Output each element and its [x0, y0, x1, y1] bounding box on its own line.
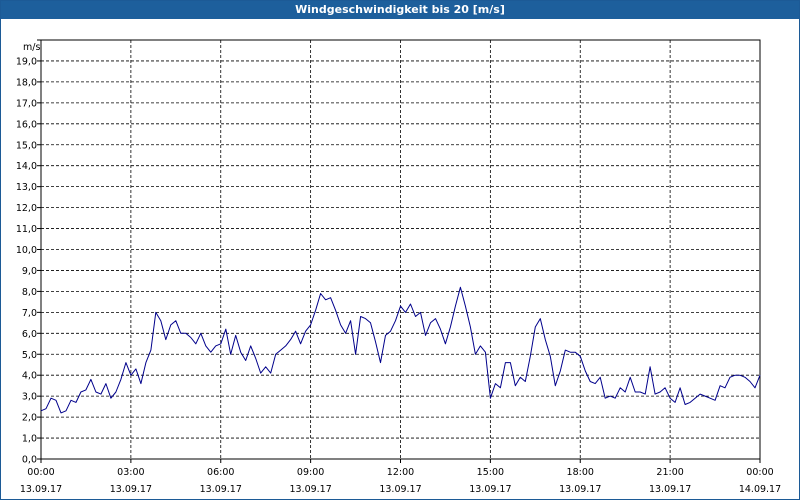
x-tick-time-label: 18:00: [567, 467, 594, 478]
y-tick-label: 12,0: [16, 203, 37, 214]
x-tick-date-label: 13.09.17: [20, 484, 62, 495]
x-tick-date-label: 13.09.17: [200, 484, 242, 495]
y-tick-label: 8,0: [22, 287, 37, 298]
y-tick-label: 16,0: [16, 119, 37, 130]
y-tick-label: 5,0: [22, 350, 37, 361]
chart-window: Windgeschwindigkeit bis 20 [m/s] m/s 0,0…: [0, 0, 800, 500]
y-tick-label: 19,0: [16, 56, 37, 67]
y-tick-label: 9,0: [22, 266, 37, 277]
y-tick-label: 10,0: [16, 245, 37, 256]
x-tick-time-label: 06:00: [207, 467, 234, 478]
x-tick-date-label: 14.09.17: [739, 484, 781, 495]
x-tick-time-label: 12:00: [387, 467, 414, 478]
x-tick-time-label: 03:00: [117, 467, 144, 478]
y-tick-label: 2,0: [22, 413, 37, 424]
y-tick-label: 6,0: [22, 329, 37, 340]
x-tick-time-label: 09:00: [297, 467, 324, 478]
y-tick-label: 18,0: [16, 77, 37, 88]
x-tick-time-label: 15:00: [477, 467, 504, 478]
y-axis-unit-label: m/s: [23, 42, 40, 53]
x-tick-date-label: 13.09.17: [559, 484, 601, 495]
y-tick-label: 15,0: [16, 140, 37, 151]
chart-canvas: m/s 0,0 1,0 2,0 3,0 4,0 5,0 6,0 7,0 8,0 9,0 10,0 11…: [16, 39, 781, 495]
x-tick-time-label: 00:00: [746, 467, 773, 478]
y-tick-label: 11,0: [16, 224, 37, 235]
x-tick-date-label: 13.09.17: [110, 484, 152, 495]
x-tick-date-label: 13.09.17: [649, 484, 691, 495]
x-tick-date-label: 13.09.17: [289, 484, 331, 495]
y-tick-label: 3,0: [22, 392, 37, 403]
y-tick-label: 0,0: [22, 455, 37, 466]
y-tick-label: 7,0: [22, 308, 37, 319]
y-tick-label: 14,0: [16, 161, 37, 172]
x-tick-date-label: 13.09.17: [379, 484, 421, 495]
x-tick-date-label: 13.09.17: [469, 484, 511, 495]
x-tick-time-label: 21:00: [656, 467, 683, 478]
x-tick-time-label: 00:00: [27, 467, 54, 478]
y-tick-label: 17,0: [16, 98, 37, 109]
y-tick-label: 1,0: [22, 434, 37, 445]
y-tick-label: 13,0: [16, 182, 37, 193]
y-tick-label: 4,0: [22, 371, 37, 382]
